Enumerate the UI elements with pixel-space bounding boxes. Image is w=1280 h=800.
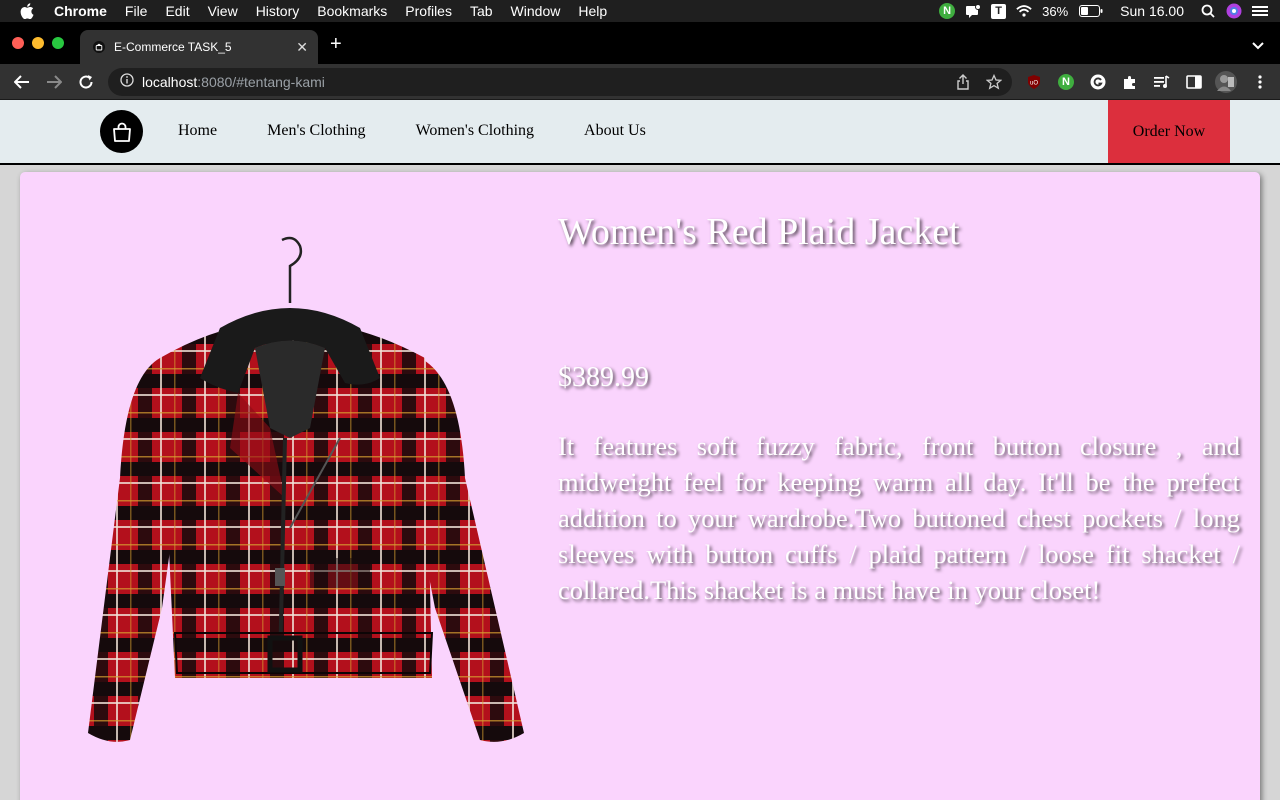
profile-avatar[interactable] bbox=[1214, 71, 1238, 93]
menu-window[interactable]: Window bbox=[511, 3, 561, 19]
menu-file[interactable]: File bbox=[125, 3, 148, 19]
url-path: :8080/#tentang-kami bbox=[197, 74, 325, 90]
menu-bookmarks[interactable]: Bookmarks bbox=[317, 3, 387, 19]
site-navbar: Home Men's Clothing Women's Clothing Abo… bbox=[0, 100, 1280, 165]
spotlight-search-icon[interactable] bbox=[1200, 3, 1216, 19]
menu-tab[interactable]: Tab bbox=[470, 3, 493, 19]
address-bar[interactable]: localhost:8080/#tentang-kami bbox=[108, 68, 1012, 96]
notification-icon[interactable] bbox=[965, 3, 982, 19]
menu-history[interactable]: History bbox=[256, 3, 300, 19]
nav-link-home[interactable]: Home bbox=[178, 122, 217, 140]
chrome-menu-icon[interactable] bbox=[1250, 72, 1270, 92]
nav-link-about-us[interactable]: About Us bbox=[584, 122, 646, 140]
product-price: $389.99 bbox=[558, 362, 649, 393]
close-tab-icon[interactable]: ✕ bbox=[296, 39, 308, 56]
new-tab-icon[interactable]: + bbox=[330, 34, 342, 54]
menu-app-name[interactable]: Chrome bbox=[54, 3, 107, 19]
grammarly-extension-icon[interactable] bbox=[1088, 72, 1108, 92]
product-title: Women's Red Plaid Jacket bbox=[558, 211, 960, 253]
t-status-icon[interactable]: T bbox=[991, 3, 1007, 19]
extensions-puzzle-icon[interactable] bbox=[1120, 72, 1140, 92]
reading-list-icon[interactable] bbox=[1152, 72, 1172, 92]
product-description: It features soft fuzzy fabric, front but… bbox=[558, 431, 1240, 605]
wifi-icon[interactable] bbox=[1016, 3, 1032, 19]
maximize-window-button[interactable] bbox=[52, 37, 64, 49]
reload-icon[interactable] bbox=[76, 72, 96, 92]
web-page: Home Men's Clothing Women's Clothing Abo… bbox=[0, 100, 1280, 800]
forward-arrow-icon[interactable] bbox=[44, 72, 64, 92]
n-extension-label: N bbox=[1058, 74, 1074, 90]
nav-link-womens-clothing[interactable]: Women's Clothing bbox=[416, 122, 534, 140]
share-icon[interactable] bbox=[956, 74, 970, 95]
battery-percent: 36% bbox=[1042, 3, 1069, 19]
site-info-icon[interactable] bbox=[120, 72, 134, 92]
menu-help[interactable]: Help bbox=[578, 3, 607, 19]
active-tab[interactable]: E-Commerce TASK_5 ✕ bbox=[80, 30, 318, 64]
menu-edit[interactable]: Edit bbox=[165, 3, 189, 19]
control-center-icon[interactable] bbox=[1252, 3, 1268, 19]
back-arrow-icon[interactable] bbox=[12, 72, 32, 92]
menu-view[interactable]: View bbox=[208, 3, 238, 19]
url-text[interactable]: localhost:8080/#tentang-kami bbox=[142, 74, 325, 90]
ublock-extension-icon[interactable]: uO bbox=[1024, 72, 1044, 92]
minimize-window-button[interactable] bbox=[32, 37, 44, 49]
browser-toolbar: localhost:8080/#tentang-kami uO N bbox=[0, 64, 1280, 100]
shopping-bag-logo-icon[interactable] bbox=[100, 110, 143, 153]
nav-link-mens-clothing[interactable]: Men's Clothing bbox=[267, 122, 365, 140]
url-host: localhost bbox=[142, 74, 198, 90]
menu-profiles[interactable]: Profiles bbox=[405, 3, 452, 19]
battery-icon[interactable] bbox=[1078, 3, 1104, 19]
status-area: N T 36% Sun 16.00 bbox=[929, 0, 1268, 22]
tab-search-chevron-icon[interactable] bbox=[1252, 37, 1264, 55]
browser-tab-strip: E-Commerce TASK_5 ✕ + bbox=[0, 22, 1280, 64]
clock[interactable]: Sun 16.00 bbox=[1120, 3, 1184, 19]
svg-text:uO: uO bbox=[1030, 81, 1038, 87]
macos-menubar: Chrome File Edit View History Bookmarks … bbox=[0, 0, 1280, 22]
omnibox-actions bbox=[940, 73, 1003, 95]
tab-title: E-Commerce TASK_5 bbox=[114, 40, 232, 54]
n-status-icon[interactable]: N bbox=[939, 3, 956, 19]
red-plaid-jacket-image bbox=[88, 236, 524, 742]
bookmark-star-icon[interactable] bbox=[985, 73, 1003, 95]
apple-icon[interactable] bbox=[20, 3, 38, 19]
site-nav-links: Home Men's Clothing Women's Clothing Abo… bbox=[178, 122, 696, 140]
product-card: Women's Red Plaid Jacket $389.99 It feat… bbox=[20, 172, 1260, 800]
siri-icon[interactable] bbox=[1226, 3, 1242, 19]
shopping-bag-favicon-icon bbox=[92, 40, 106, 54]
n-extension-icon[interactable]: N bbox=[1056, 72, 1076, 92]
order-now-button[interactable]: Order Now bbox=[1108, 100, 1230, 163]
close-window-button[interactable] bbox=[12, 37, 24, 49]
window-controls bbox=[12, 37, 72, 49]
app-menu: Chrome File Edit View History Bookmarks … bbox=[54, 3, 625, 19]
side-panel-icon[interactable] bbox=[1184, 72, 1204, 92]
